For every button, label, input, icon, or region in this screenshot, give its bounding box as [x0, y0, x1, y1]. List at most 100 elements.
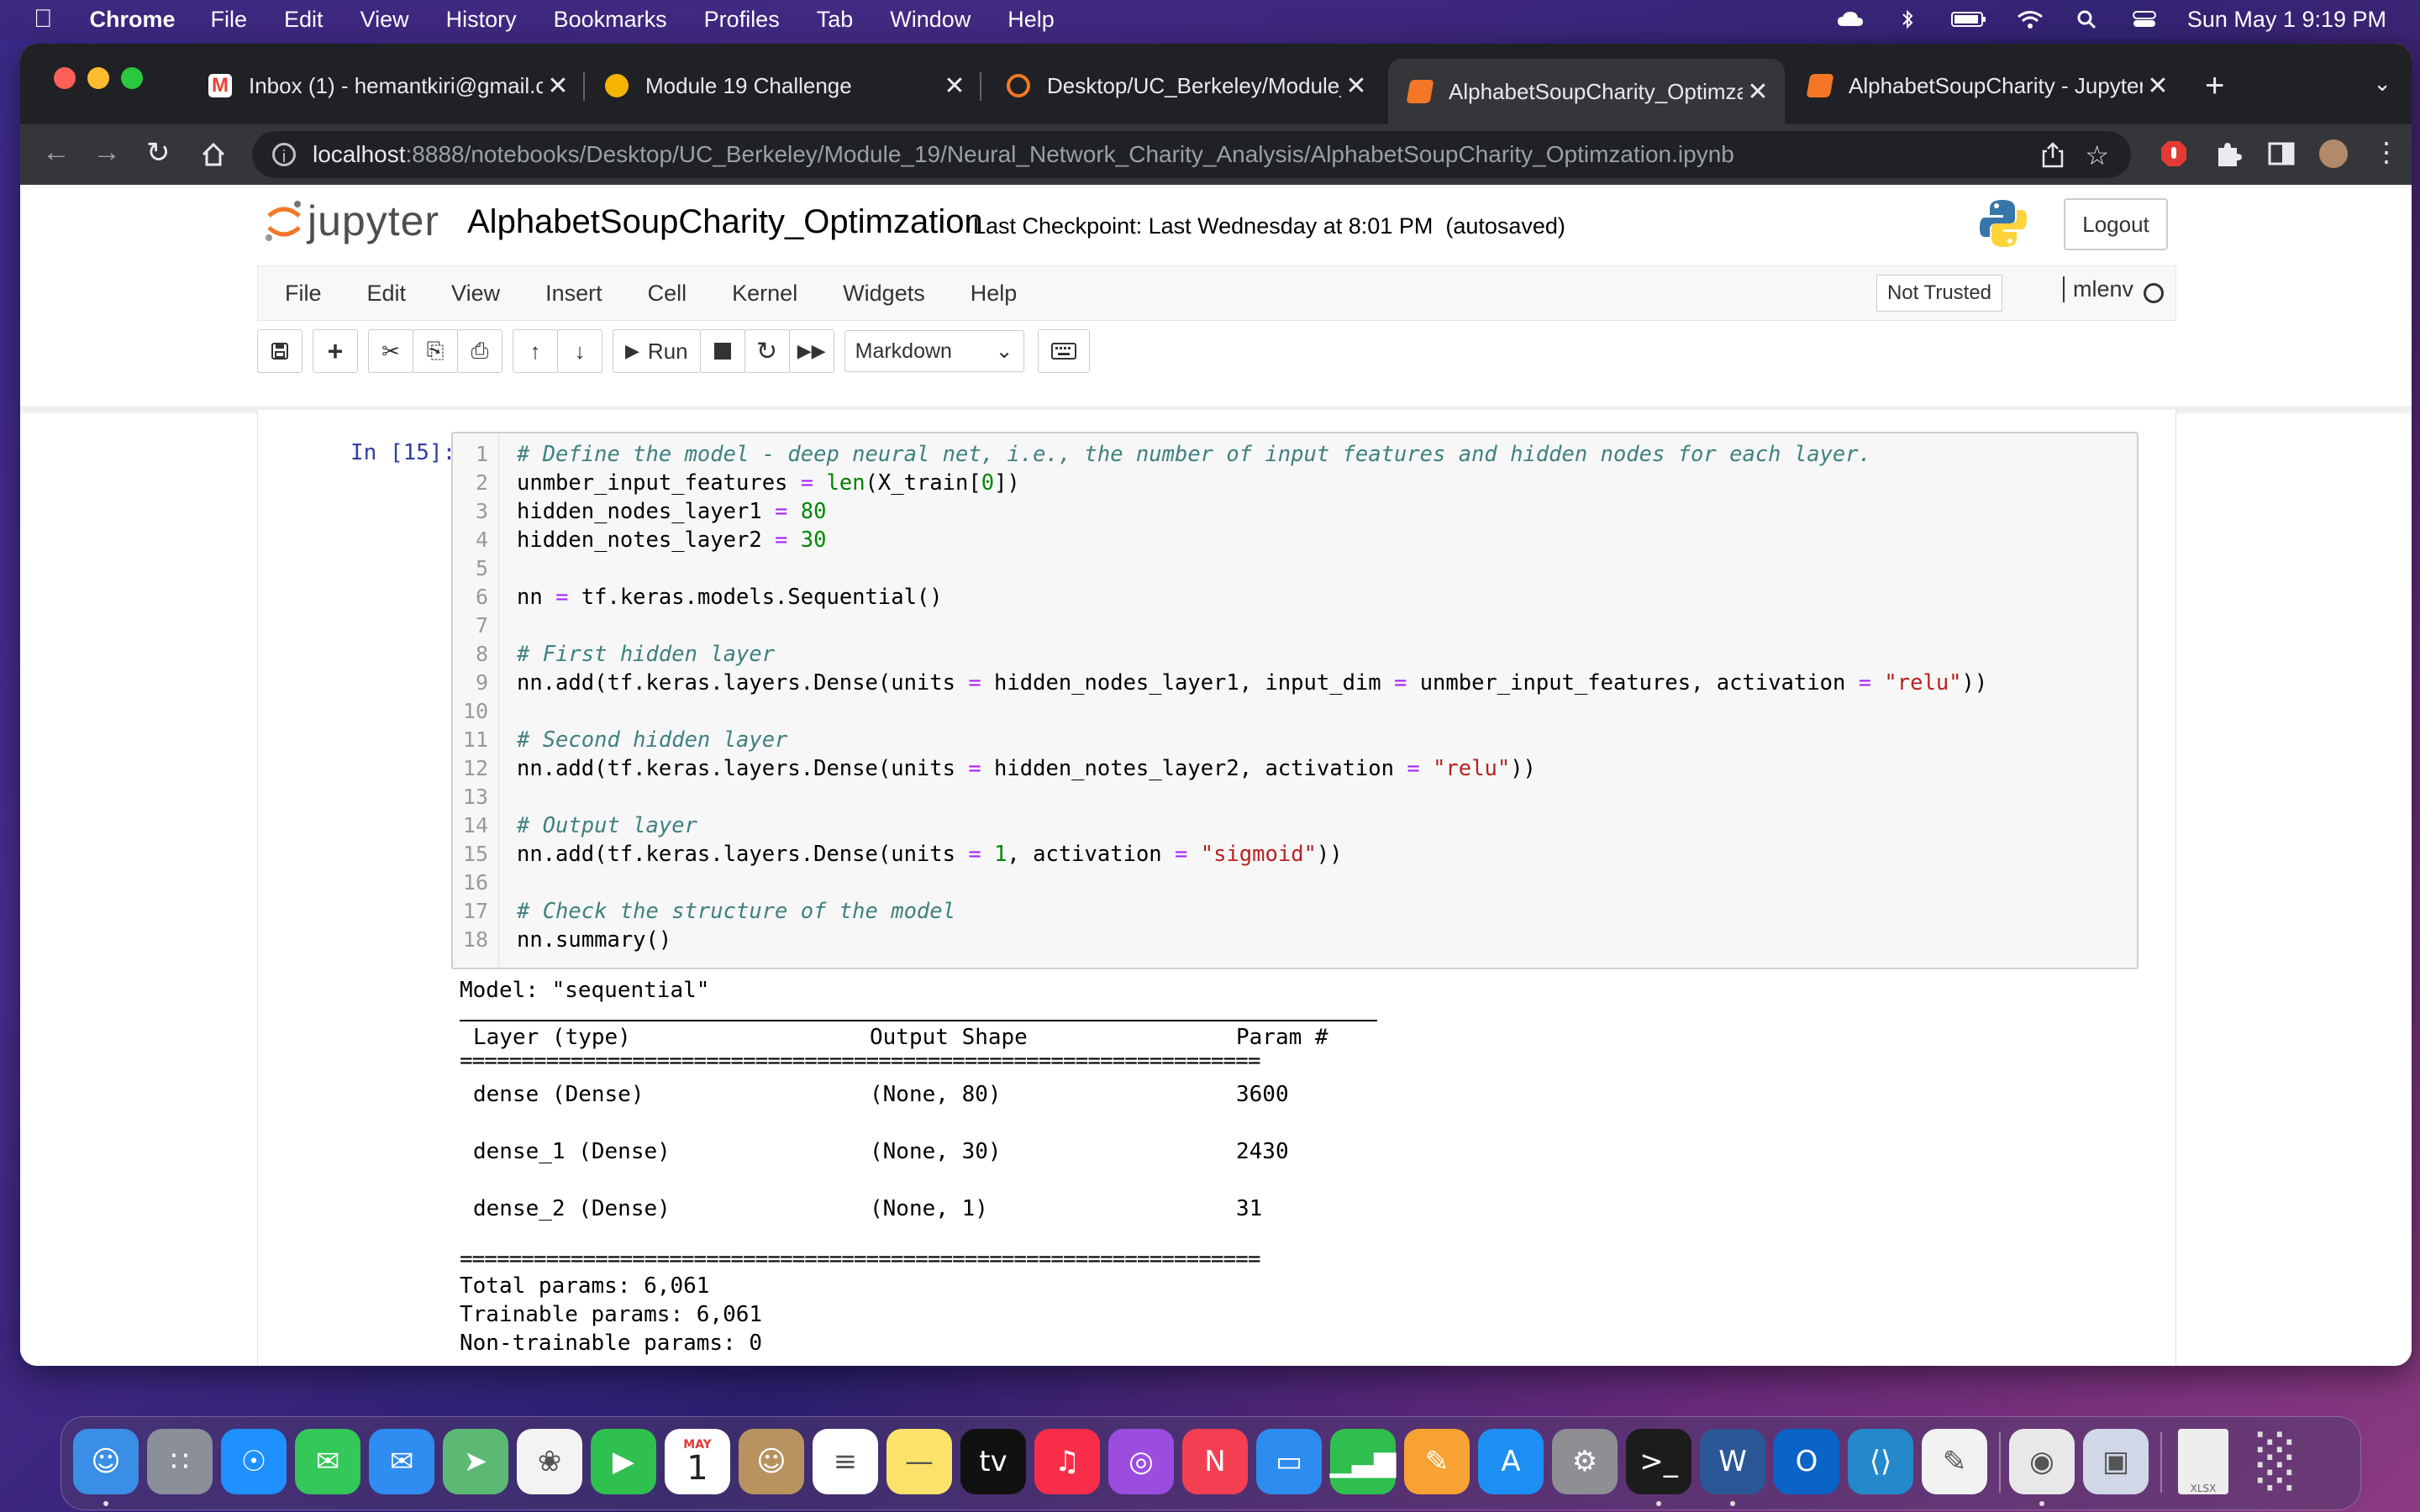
nb-menu-edit[interactable]: Edit	[367, 281, 407, 307]
nb-menu-file[interactable]: File	[285, 281, 322, 307]
messages-icon[interactable]: ✉	[295, 1429, 360, 1494]
system-preferences-icon[interactable]: ⚙	[1552, 1429, 1618, 1494]
extensions-puzzle-icon[interactable]	[2213, 139, 2242, 168]
launchpad-icon[interactable]: ∷	[147, 1429, 213, 1494]
spotlight-search-icon[interactable]	[2073, 9, 2102, 29]
control-center-icon[interactable]	[2130, 9, 2159, 29]
maximize-window-button[interactable]	[121, 67, 143, 89]
restart-run-all-fast-forward-icon[interactable]: ▶▶	[788, 329, 834, 373]
cut-scissors-icon[interactable]: ✂	[368, 329, 413, 373]
apple-icon[interactable]: 	[34, 5, 53, 34]
textedit-icon[interactable]: ✎	[1922, 1429, 1987, 1494]
menu-file[interactable]: File	[211, 7, 248, 33]
reload-icon[interactable]: ↻	[146, 136, 171, 170]
contacts-icon[interactable]: ☺	[739, 1429, 804, 1494]
cell-type-select[interactable]: Markdown ⌄	[844, 330, 1024, 372]
profile-avatar[interactable]	[2319, 139, 2348, 168]
menu-view[interactable]: View	[360, 7, 409, 33]
nb-menu-kernel[interactable]: Kernel	[732, 281, 797, 307]
nb-menu-help[interactable]: Help	[971, 281, 1018, 307]
nb-menu-widgets[interactable]: Widgets	[843, 281, 925, 307]
tab-alphabet-soup-notebook[interactable]: AlphabetSoupCharity - Jupyter ✕	[1788, 59, 2185, 113]
app-menu-chrome[interactable]: Chrome	[90, 7, 176, 33]
code-cell-editor[interactable]: 1 2 3 4 5 6 7 8 9 10 11 12 13 14 15 16 17 18 # Define the…	[451, 432, 2139, 969]
move-down-arrow-icon[interactable]: ↓	[557, 329, 602, 373]
close-tab-icon[interactable]: ✕	[1341, 71, 1371, 101]
appstore-icon[interactable]: A	[1478, 1429, 1544, 1494]
mail-icon[interactable]: ✉	[369, 1429, 434, 1494]
facetime-icon[interactable]: ▶	[591, 1429, 656, 1494]
appletv-icon[interactable]: tv	[960, 1429, 1026, 1494]
address-bar[interactable]: i localhost:8888/notebooks/Desktop/UC_Be…	[252, 131, 2131, 178]
bluetooth-icon[interactable]	[1893, 9, 1922, 29]
keynote-icon[interactable]: ▭	[1256, 1429, 1322, 1494]
new-tab-button[interactable]: +	[2205, 67, 2224, 105]
safari-icon[interactable]: ☉	[221, 1429, 287, 1494]
menu-window[interactable]: Window	[890, 7, 971, 33]
menubar-clock[interactable]: Sun May 1 9:19 PM	[2187, 7, 2386, 33]
close-tab-icon[interactable]: ✕	[2143, 71, 2173, 101]
jupyter-logo[interactable]: jupyter	[264, 197, 439, 245]
xlsx-file-icon[interactable]: XLSX	[2178, 1429, 2228, 1494]
interrupt-stop-icon[interactable]	[699, 329, 745, 373]
pages-icon[interactable]: ✎	[1404, 1429, 1470, 1494]
menu-edit[interactable]: Edit	[284, 7, 324, 33]
logout-button[interactable]: Logout	[2064, 198, 2168, 250]
run-button[interactable]: ▶ Run	[613, 329, 701, 373]
nb-menu-view[interactable]: View	[451, 281, 500, 307]
news-icon[interactable]: N	[1182, 1429, 1248, 1494]
podcasts-icon[interactable]: ◎	[1108, 1429, 1174, 1494]
tab-gmail[interactable]: M Inbox (1) - hemantkiri@gmail.com ✕	[188, 59, 585, 113]
more-vert-icon[interactable]: ⋮	[2373, 136, 2400, 168]
nb-menu-cell[interactable]: Cell	[648, 281, 687, 307]
forward-arrow-icon[interactable]: →	[92, 136, 121, 169]
site-info-icon[interactable]: i	[272, 143, 296, 166]
music-icon[interactable]: ♫	[1034, 1429, 1100, 1494]
battery-icon[interactable]	[1950, 9, 1987, 29]
notes-icon[interactable]: —	[886, 1429, 952, 1494]
keyboard-shortcuts-icon[interactable]	[1037, 329, 1090, 373]
menu-history[interactable]: History	[446, 7, 517, 33]
menu-help[interactable]: Help	[1007, 7, 1055, 33]
tab-optimization-notebook[interactable]: AlphabetSoupCharity_Optimzation ✕	[1388, 59, 1785, 124]
wifi-icon[interactable]	[2016, 9, 2044, 29]
close-window-button[interactable]	[54, 67, 76, 89]
nb-menu-insert[interactable]: Insert	[545, 281, 602, 307]
move-up-arrow-icon[interactable]: ↑	[513, 329, 558, 373]
notebook-title[interactable]: AlphabetSoupCharity_Optimzation	[467, 203, 983, 241]
preview-icon[interactable]: ▣	[2083, 1429, 2149, 1494]
tab-module-19[interactable]: Module 19 Challenge ✕	[585, 59, 981, 113]
stop-extension-icon[interactable]	[2160, 139, 2188, 168]
maps-icon[interactable]: ➤	[443, 1429, 508, 1494]
copy-icon[interactable]: ⎘	[413, 329, 458, 373]
chrome-icon[interactable]: ◉	[2009, 1429, 2075, 1494]
terminal-icon[interactable]: >_	[1626, 1429, 1691, 1494]
back-arrow-icon[interactable]: ←	[42, 136, 71, 169]
close-tab-icon[interactable]: ✕	[939, 71, 970, 101]
finder-icon[interactable]: ☺	[73, 1429, 139, 1494]
minimize-window-button[interactable]	[87, 67, 109, 89]
save-icon[interactable]	[257, 329, 302, 373]
word-icon[interactable]: W	[1700, 1429, 1765, 1494]
paste-clipboard-icon[interactable]: ⎙	[457, 329, 502, 373]
share-icon[interactable]	[2040, 141, 2065, 168]
trash-icon[interactable]: ░	[2244, 1429, 2310, 1494]
menu-bookmarks[interactable]: Bookmarks	[554, 7, 667, 33]
outlook-icon[interactable]: O	[1774, 1429, 1839, 1494]
numbers-icon[interactable]: ▁▃▆	[1330, 1429, 1396, 1494]
vscode-icon[interactable]: ⟨⟩	[1848, 1429, 1913, 1494]
tab-desktop-folder[interactable]: Desktop/UC_Berkeley/Module_19 ✕	[986, 59, 1383, 113]
menu-profiles[interactable]: Profiles	[704, 7, 780, 33]
photos-icon[interactable]: ❀	[517, 1429, 582, 1494]
insert-cell-plus-icon[interactable]: +	[313, 329, 358, 373]
home-icon[interactable]	[200, 141, 227, 168]
tab-search-chevron-icon[interactable]: ⌄	[2373, 71, 2391, 97]
not-trusted-button[interactable]: Not Trusted	[1876, 275, 2002, 312]
restart-icon[interactable]: ↻	[744, 329, 790, 373]
calendar-icon[interactable]: MAY 1	[665, 1429, 730, 1494]
bookmark-star-icon[interactable]: ☆	[2085, 139, 2109, 171]
close-tab-icon[interactable]: ✕	[1743, 77, 1773, 107]
close-tab-icon[interactable]: ✕	[543, 71, 573, 101]
reminders-icon[interactable]: ≡	[813, 1429, 878, 1494]
side-panel-icon[interactable]	[2267, 139, 2296, 168]
